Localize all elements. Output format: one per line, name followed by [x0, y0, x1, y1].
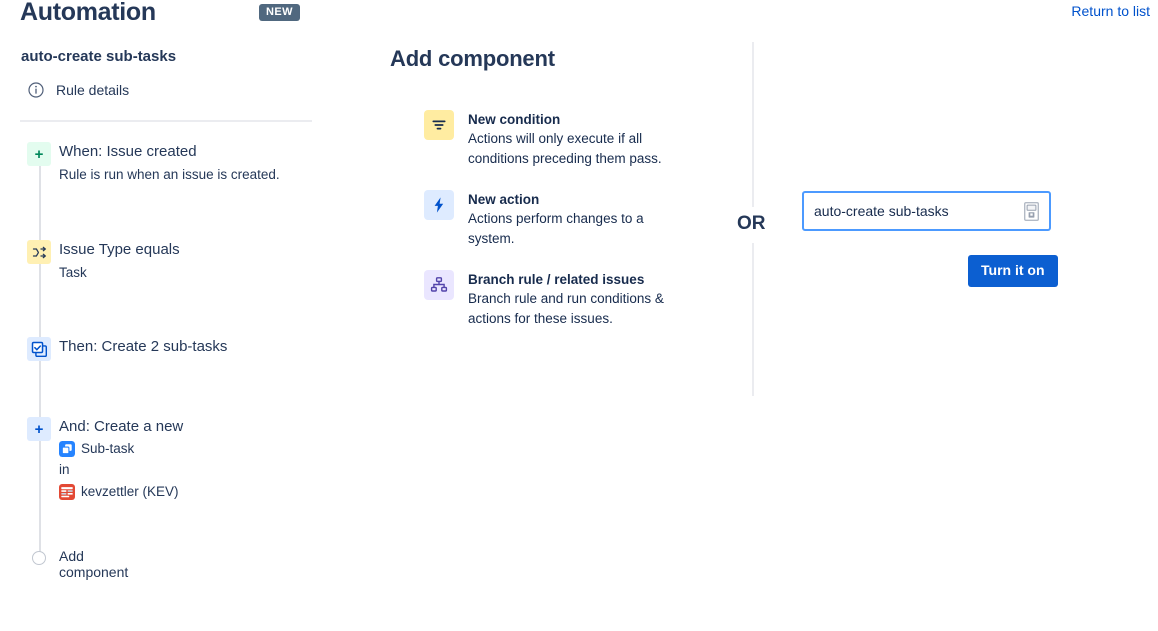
filter-icon [424, 110, 454, 140]
plus-glyph: + [35, 146, 44, 163]
sidebar-item-rule-details[interactable]: Rule details [28, 82, 129, 98]
save-icon[interactable] [1024, 202, 1049, 221]
step-subtitle: Rule is run when an issue is created. [59, 165, 280, 185]
component-option-new-action[interactable]: New action Actions perform changes to a … [424, 190, 724, 249]
or-separator-line-top [752, 42, 754, 207]
sub-task-icon [59, 441, 75, 457]
component-option-new-condition[interactable]: New condition Actions will only execute … [424, 110, 724, 169]
step-title: Issue Type equals [59, 240, 180, 260]
issue-type-label: Sub-task [81, 439, 134, 459]
project-label: kevzettler (KEV) [81, 482, 179, 502]
branch-hierarchy-icon [424, 270, 454, 300]
project-avatar-icon [59, 484, 75, 500]
inline-connector-word: in [59, 460, 183, 480]
rule-name-field[interactable] [802, 191, 1051, 231]
step-title: When: Issue created [59, 142, 280, 162]
sidebar-divider [20, 120, 312, 122]
step-subtitle: Task [59, 263, 180, 283]
component-option-branch-rule[interactable]: Branch rule / related issues Branch rule… [424, 270, 724, 329]
info-circle-icon [28, 82, 44, 98]
component-description: Actions perform changes to a system. [468, 209, 678, 249]
project-chip: kevzettler (KEV) [59, 482, 183, 502]
plus-icon: + [27, 142, 51, 166]
component-title: Branch rule / related issues [468, 270, 678, 289]
component-description: Actions will only execute if all conditi… [468, 129, 678, 169]
component-description: Branch rule and run conditions & actions… [468, 289, 678, 329]
or-separator-label: OR [735, 212, 768, 236]
plus-glyph: + [35, 421, 44, 438]
rule-name-input[interactable] [804, 193, 1024, 229]
empty-circle-icon [32, 551, 46, 565]
shuffle-arrows-icon [27, 240, 51, 264]
return-to-list-link[interactable]: Return to list [1071, 3, 1150, 19]
or-separator-line-bottom [752, 243, 754, 396]
add-component-label: Add component [59, 548, 128, 580]
rule-chain-sidebar: auto-create sub-tasks Rule details + Whe… [0, 0, 360, 631]
step-title: Then: Create 2 sub-tasks [59, 337, 227, 357]
issue-type-chip: Sub-task [59, 439, 183, 459]
component-option-list: New condition Actions will only execute … [424, 110, 724, 350]
panel-heading: Add component [390, 46, 555, 72]
turn-it-on-button[interactable]: Turn it on [968, 255, 1058, 287]
rule-details-label: Rule details [56, 82, 129, 98]
plus-icon: + [27, 417, 51, 441]
rule-name-heading: auto-create sub-tasks [21, 48, 176, 65]
component-title: New condition [468, 110, 678, 129]
lightning-bolt-icon [424, 190, 454, 220]
copy-tasks-icon [27, 337, 51, 361]
step-title: And: Create a new [59, 417, 183, 437]
component-title: New action [468, 190, 678, 209]
automation-rule-builder-page: Automation NEW Return to list auto-creat… [0, 0, 1158, 631]
